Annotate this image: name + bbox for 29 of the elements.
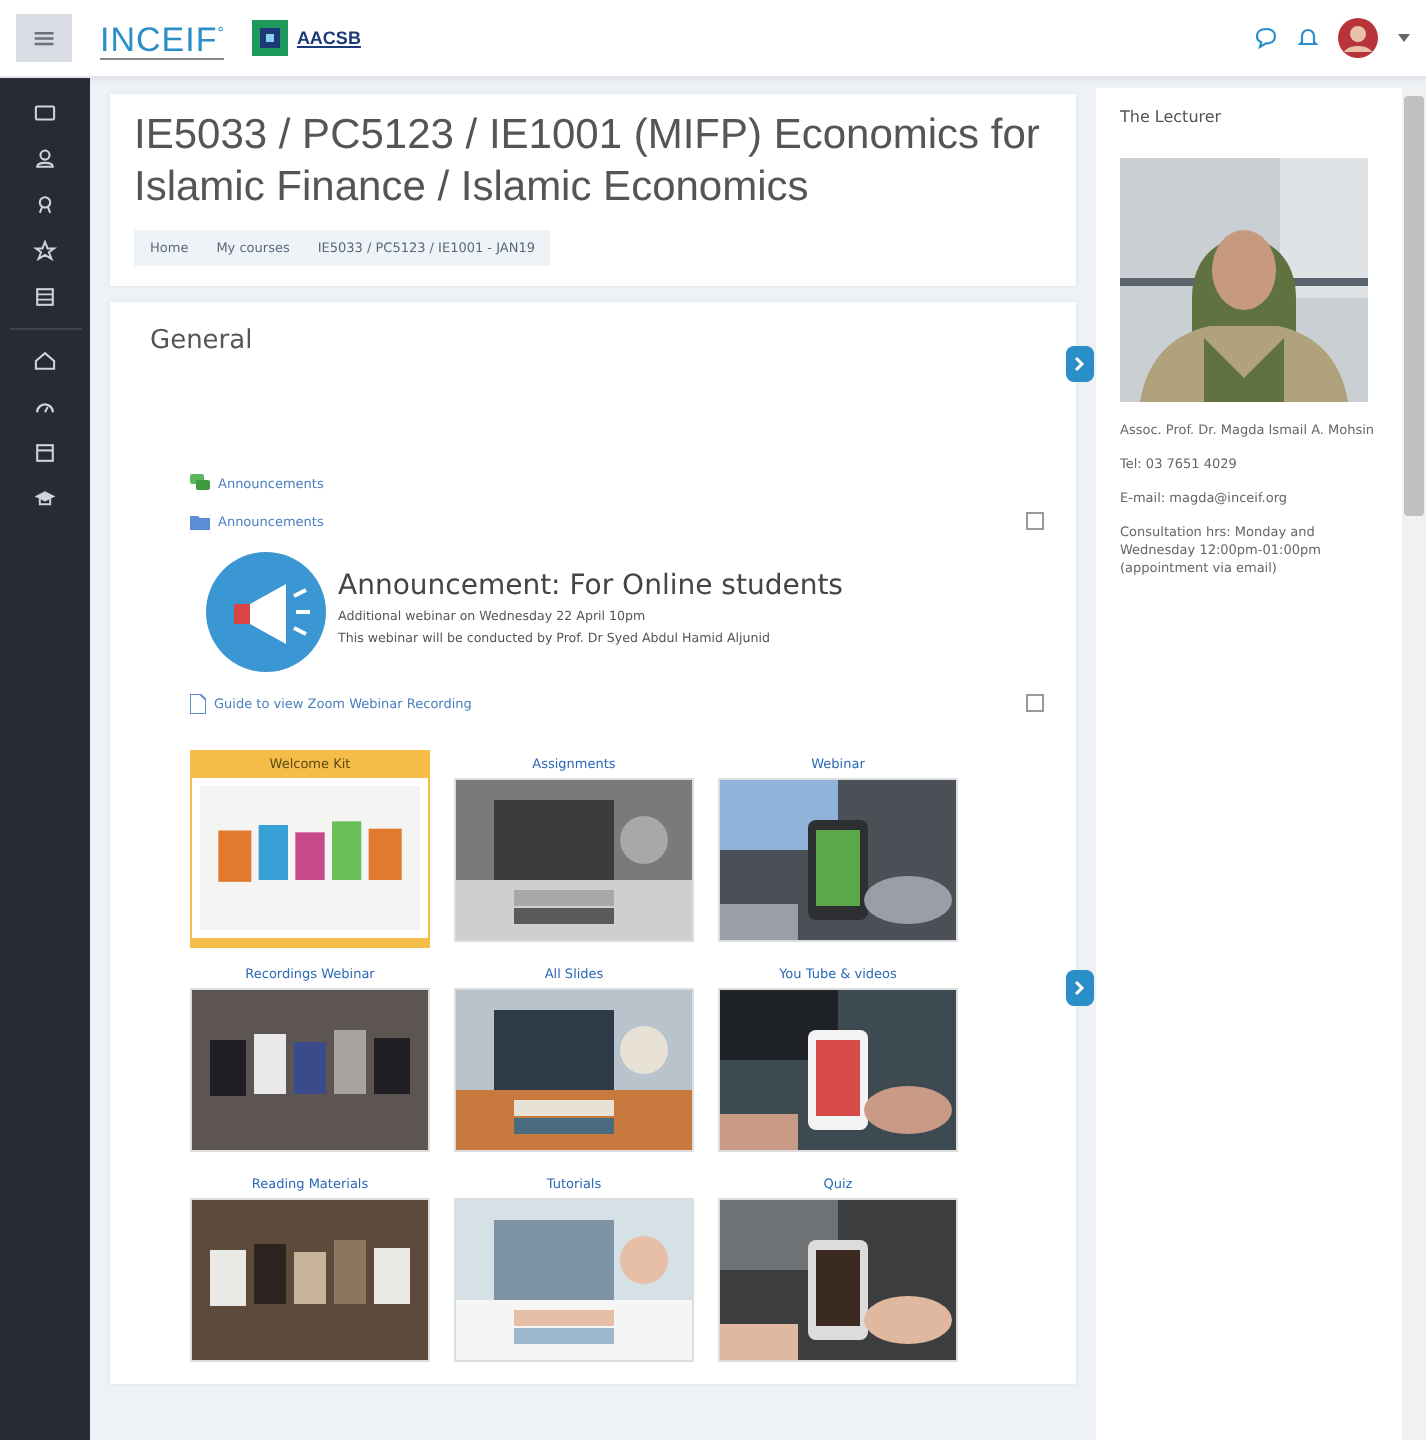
accreditation-logo-icon bbox=[252, 20, 289, 56]
calendar-icon[interactable] bbox=[32, 440, 58, 466]
menu-button[interactable]: ≡ bbox=[16, 14, 72, 62]
chevron-right-icon bbox=[1074, 356, 1086, 372]
chevron-right-icon bbox=[1074, 980, 1086, 996]
home-icon[interactable] bbox=[32, 348, 58, 374]
inceif-logo[interactable]: INCEIF$^{°}$ bbox=[100, 15, 225, 61]
accreditation-logo-text: AACSB bbox=[296, 28, 361, 48]
user-icon[interactable] bbox=[32, 146, 58, 172]
panel-title: The Lecturer bbox=[1120, 108, 1224, 126]
star-icon[interactable] bbox=[32, 238, 58, 264]
drawer-toggle-button[interactable] bbox=[1066, 346, 1094, 382]
forum-icon bbox=[190, 474, 210, 492]
monitor-icon[interactable] bbox=[32, 100, 58, 126]
course-title: IE5033 / PC5123 / IE1001 (MIFP) Economics for Islamic Finance / Islamic Economics bbox=[134, 110, 1042, 214]
completion-checkbox[interactable] bbox=[1026, 694, 1044, 712]
completion-checkbox[interactable] bbox=[1026, 512, 1044, 530]
avatar-icon[interactable] bbox=[1338, 18, 1378, 58]
section-title: General bbox=[150, 326, 255, 356]
megaphone-icon bbox=[206, 552, 326, 672]
scrollbar[interactable] bbox=[1402, 88, 1426, 1440]
chat-icon[interactable] bbox=[1254, 26, 1278, 50]
caret-icon[interactable] bbox=[1398, 34, 1410, 42]
folder-icon bbox=[190, 513, 210, 529]
bell-icon[interactable] bbox=[1298, 26, 1318, 50]
document-icon bbox=[190, 693, 206, 713]
list-icon[interactable] bbox=[32, 284, 58, 310]
drawer-toggle-button[interactable] bbox=[1066, 970, 1094, 1006]
announcement-heading: Announcement: For Online students bbox=[338, 570, 843, 602]
